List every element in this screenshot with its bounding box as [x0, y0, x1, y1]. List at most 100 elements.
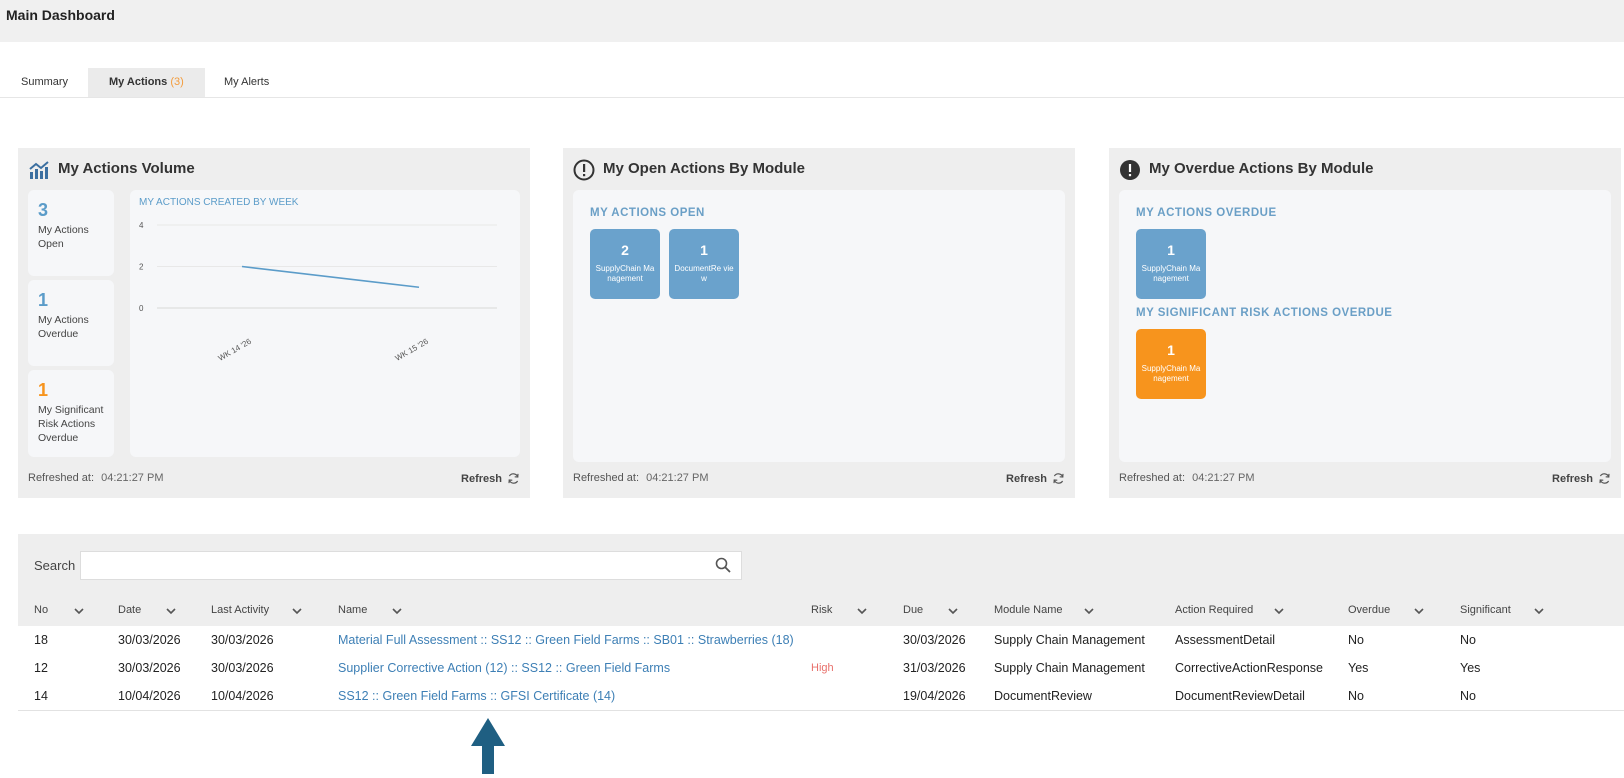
table-cell-module-name: DocumentReview	[994, 689, 1092, 703]
table-cell-significant: Yes	[1460, 661, 1481, 675]
action-name-link[interactable]: Supplier Corrective Action (12) :: SS12 …	[338, 661, 670, 675]
actions-open-heading: MY ACTIONS OPEN	[590, 207, 705, 219]
panel-title: My Overdue Actions By Module	[1149, 160, 1374, 177]
module-tile-supplychain[interactable]: 2 SupplyChain Management	[590, 229, 660, 299]
column-header-label: Date	[118, 604, 142, 616]
tab-my-actions[interactable]: My Actions (3)	[88, 68, 205, 97]
x-tick-label: WK 15 '26	[394, 336, 431, 362]
tile-label: SupplyChain Management	[595, 264, 655, 283]
column-header-module-name[interactable]: Module Name	[994, 604, 1062, 616]
stat-label: My Actions Overdue	[38, 314, 89, 340]
module-tile-documentreview[interactable]: 1 DocumentRe view	[669, 229, 739, 299]
top-bar: Main Dashboard	[0, 0, 1624, 42]
column-header-label: No	[34, 604, 49, 616]
chevron-down-icon[interactable]	[73, 605, 85, 617]
tab-my-alerts[interactable]: My Alerts	[203, 68, 290, 97]
table-row[interactable]: 14 10/04/2026 10/04/2026 SS12 :: Green Fiel…	[18, 682, 1624, 711]
refresh-button[interactable]: Refresh	[461, 472, 520, 485]
panel-title: My Open Actions By Module	[603, 160, 805, 177]
chevron-down-icon[interactable]	[856, 605, 868, 617]
column-header-overdue[interactable]: Overdue	[1348, 604, 1390, 616]
column-header-label: Overdue	[1348, 604, 1391, 616]
table-cell-module-name: Supply Chain Management	[994, 661, 1145, 675]
overdue-actions-box: MY ACTIONS OVERDUE 1 SupplyChain Managem…	[1119, 190, 1611, 462]
refresh-button[interactable]: Refresh	[1006, 472, 1065, 485]
chevron-down-icon[interactable]	[1533, 605, 1545, 617]
chevron-down-icon[interactable]	[1083, 605, 1095, 617]
tab-my-actions-count: (3)	[170, 76, 184, 88]
column-header-label: Last Activity	[211, 604, 270, 616]
stat-value: 3	[38, 200, 49, 220]
table-cell-action-required: AssessmentDetail	[1175, 633, 1276, 647]
stat-actions-overdue[interactable]: 1 My Actions Overdue	[28, 280, 114, 366]
refresh-label: Refresh	[1006, 473, 1047, 485]
table-cell-date: 30/03/2026	[118, 661, 181, 675]
table-row[interactable]: 12 30/03/2026 30/03/2026 Supplier Correctiv…	[18, 654, 1624, 683]
table-cell-significant: No	[1460, 689, 1476, 703]
column-header-label: Significant	[1460, 604, 1511, 616]
tab-summary[interactable]: Summary	[0, 68, 89, 97]
tile-value: 2	[621, 242, 629, 258]
exclamation-circle-icon	[573, 159, 595, 181]
column-header-last-activity[interactable]: Last Activity	[211, 604, 269, 616]
refreshed-time: 04:21:27 PM	[1192, 472, 1255, 484]
stat-actions-open[interactable]: 3 My Actions Open	[28, 190, 114, 276]
column-header-significant[interactable]: Significant	[1460, 604, 1511, 616]
significant-tile-supplychain[interactable]: 1 SupplyChain Management	[1136, 329, 1206, 399]
column-header-risk[interactable]: Risk	[811, 604, 832, 616]
refresh-icon	[1053, 473, 1064, 484]
stat-value: 1	[38, 380, 49, 400]
tab-my-alerts-label: My Alerts	[224, 76, 270, 88]
refresh-label: Refresh	[461, 473, 502, 485]
table-cell-overdue: Yes	[1348, 661, 1369, 675]
grid-header-area: Search No Date Last Activity Name Risk Due Mod…	[18, 534, 1624, 626]
chevron-down-icon[interactable]	[1273, 605, 1285, 617]
open-actions-box: MY ACTIONS OPEN 2 SupplyChain Management…	[573, 190, 1065, 462]
column-header-no[interactable]: No	[34, 604, 48, 616]
table-cell-last-activity: 10/04/2026	[211, 689, 274, 703]
actions-overdue-heading: MY ACTIONS OVERDUE	[1136, 207, 1277, 219]
panel-footer: Refreshed at: 04:21:27 PM Refresh	[1119, 472, 1611, 488]
y-tick-label: 4	[139, 221, 144, 230]
chevron-down-icon[interactable]	[1413, 605, 1425, 617]
table-cell-due: 19/04/2026	[903, 689, 966, 703]
panel-footer: Refreshed at: 04:21:27 PM Refresh	[28, 472, 520, 488]
stat-label: My Significant Risk Actions Overdue	[38, 404, 104, 444]
chevron-down-icon[interactable]	[391, 605, 403, 617]
search-input[interactable]	[80, 551, 742, 580]
table-cell-date: 30/03/2026	[118, 633, 181, 647]
chevron-down-icon[interactable]	[291, 605, 303, 617]
search-icon[interactable]	[715, 557, 731, 573]
chevron-down-icon[interactable]	[947, 605, 959, 617]
refresh-icon	[1599, 473, 1610, 484]
actions-volume-panel: My Actions Volume 3 My Actions Open 1 My…	[18, 148, 530, 498]
column-header-due[interactable]: Due	[903, 604, 923, 616]
chart-icon	[29, 161, 49, 179]
refresh-button[interactable]: Refresh	[1552, 472, 1611, 485]
column-header-name[interactable]: Name	[338, 604, 367, 616]
significant-risk-overdue-heading: MY SIGNIFICANT RISK ACTIONS OVERDUE	[1136, 307, 1393, 319]
stat-significant-risk-overdue[interactable]: 1 My Significant Risk Actions Overdue	[28, 370, 114, 457]
column-header-label: Risk	[811, 604, 833, 616]
chevron-down-icon[interactable]	[165, 605, 177, 617]
table-cell-no: 14	[34, 689, 48, 703]
action-name-link[interactable]: Material Full Assessment :: SS12 :: Gree…	[338, 633, 794, 647]
open-actions-panel: My Open Actions By Module MY ACTIONS OPE…	[563, 148, 1075, 498]
column-header-label: Due	[903, 604, 924, 616]
table-cell-significant: No	[1460, 633, 1476, 647]
refresh-label: Refresh	[1552, 473, 1593, 485]
table-cell-last-activity: 30/03/2026	[211, 633, 274, 647]
overdue-tile-supplychain[interactable]: 1 SupplyChain Management	[1136, 229, 1206, 299]
refreshed-time: 04:21:27 PM	[101, 472, 164, 484]
line-chart-svg: 0 2 4 WK 14 '26 WK 15 '26	[139, 221, 497, 363]
column-header-action-required[interactable]: Action Required	[1175, 604, 1253, 616]
column-header-date[interactable]: Date	[118, 604, 141, 616]
action-name-link[interactable]: SS12 :: Green Field Farms :: GFSI Certif…	[338, 689, 615, 703]
tile-value: 1	[1167, 342, 1175, 358]
table-cell-no: 12	[34, 661, 48, 675]
tab-my-actions-label: My Actions	[109, 76, 168, 88]
table-row[interactable]: 18 30/03/2026 30/03/2026 Material Full Asse…	[18, 626, 1624, 655]
tile-value: 1	[1167, 242, 1175, 258]
refreshed-label: Refreshed at:	[573, 472, 640, 484]
tile-label: SupplyChain Management	[1141, 264, 1201, 283]
